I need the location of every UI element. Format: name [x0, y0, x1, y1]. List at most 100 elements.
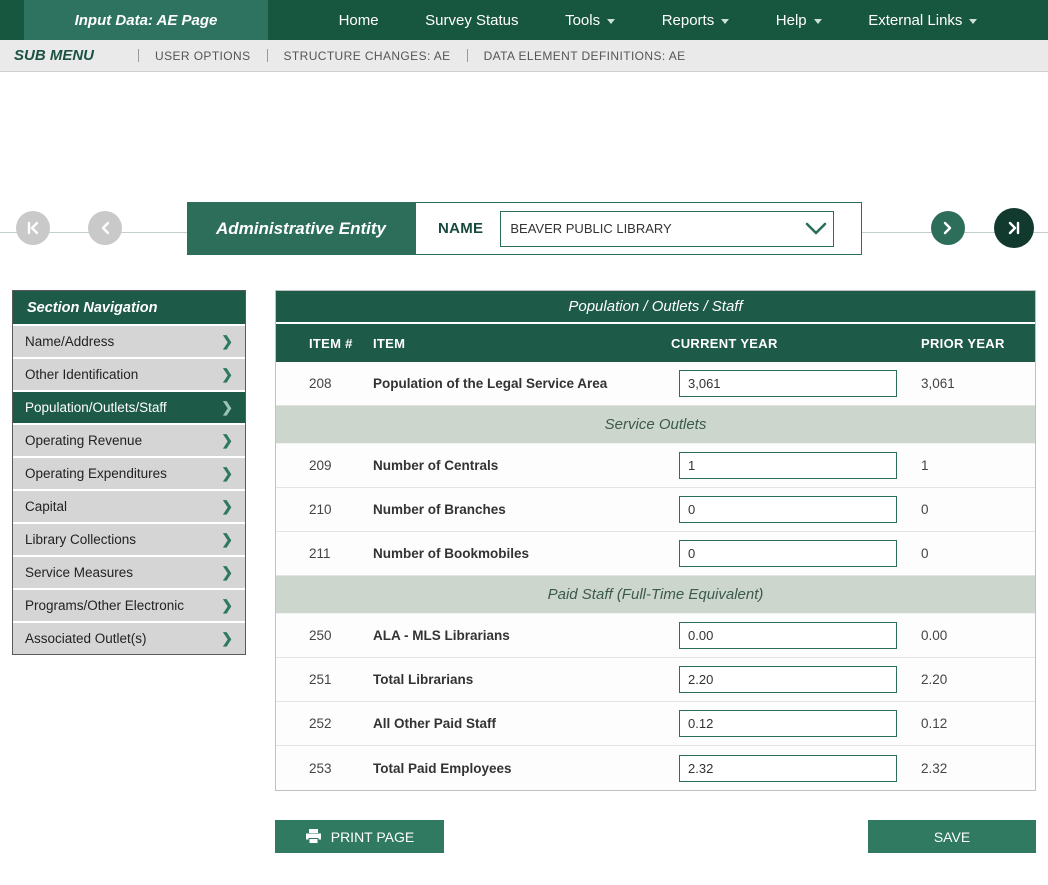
chevron-right-icon — [221, 531, 233, 548]
item-label: Number of Branches — [366, 502, 671, 517]
caret-down-icon — [814, 19, 822, 24]
chevron-right-icon — [942, 221, 954, 235]
table-row: 210 Number of Branches 0 — [276, 488, 1035, 532]
sidebar-item-label: Associated Outlet(s) — [25, 631, 147, 646]
nav-item-label: Help — [776, 12, 807, 29]
nav-item-external-links[interactable]: External Links — [868, 12, 977, 29]
chevron-down-icon — [805, 222, 827, 236]
chevron-left-icon — [99, 221, 111, 235]
table-header-row: ITEM # ITEM CURRENT YEAR PRIOR YEAR — [276, 324, 1035, 362]
sidebar-item-name-address[interactable]: Name/Address — [13, 324, 245, 357]
table-title: Population / Outlets / Staff — [276, 291, 1035, 324]
entity-type-label: Administrative Entity — [187, 202, 415, 255]
divider — [467, 49, 468, 62]
prior-year-value: 3,061 — [906, 376, 1035, 391]
submenu-item-user-options[interactable]: USER OPTIONS — [155, 49, 250, 63]
current-year-input[interactable] — [679, 755, 897, 782]
sidebar-item-label: Service Measures — [25, 565, 133, 580]
item-label: Number of Bookmobiles — [366, 546, 671, 561]
column-header-item: ITEM — [366, 336, 671, 351]
prior-year-value: 0 — [906, 502, 1035, 517]
sidebar-item-label: Capital — [25, 499, 67, 514]
item-number: 211 — [276, 546, 366, 561]
item-label: ALA - MLS Librarians — [366, 628, 671, 643]
current-year-input[interactable] — [679, 710, 897, 737]
caret-down-icon — [607, 19, 615, 24]
submenu-item-data-element-definitions[interactable]: DATA ELEMENT DEFINITIONS: AE — [484, 49, 686, 63]
nav-item-label: Survey Status — [425, 12, 518, 29]
sidebar-item-operating-expenditures[interactable]: Operating Expenditures — [13, 456, 245, 489]
entity-name-box: NAME BEAVER PUBLIC LIBRARY — [415, 202, 862, 255]
item-label: All Other Paid Staff — [366, 716, 671, 731]
sidebar-item-service-measures[interactable]: Service Measures — [13, 555, 245, 588]
submenu-item-structure-changes[interactable]: STRUCTURE CHANGES: AE — [284, 49, 451, 63]
first-record-button[interactable] — [16, 211, 50, 245]
item-number: 250 — [276, 628, 366, 643]
nav-item-tools[interactable]: Tools — [565, 12, 615, 29]
sidebar-item-capital[interactable]: Capital — [13, 489, 245, 522]
sidebar-item-programs-other-electronic[interactable]: Programs/Other Electronic — [13, 588, 245, 621]
caret-down-icon — [721, 19, 729, 24]
current-year-input[interactable] — [679, 540, 897, 567]
divider — [267, 49, 268, 62]
current-year-input[interactable] — [679, 622, 897, 649]
sidebar-item-operating-revenue[interactable]: Operating Revenue — [13, 423, 245, 456]
prior-year-value: 0.00 — [906, 628, 1035, 643]
current-year-input[interactable] — [679, 452, 897, 479]
chevron-right-icon — [221, 432, 233, 449]
current-year-input[interactable] — [679, 370, 897, 397]
sidebar-title: Section Navigation — [13, 291, 245, 324]
nav-item-survey-status[interactable]: Survey Status — [425, 12, 518, 29]
sidebar-item-library-collections[interactable]: Library Collections — [13, 522, 245, 555]
prior-year-value: 2.20 — [906, 672, 1035, 687]
table-row: 211 Number of Bookmobiles 0 — [276, 532, 1035, 576]
nav-item-reports[interactable]: Reports — [662, 12, 730, 29]
item-number: 209 — [276, 458, 366, 473]
item-number: 253 — [276, 761, 366, 776]
table-section-header: Paid Staff (Full-Time Equivalent) — [276, 576, 1035, 614]
current-year-input[interactable] — [679, 496, 897, 523]
item-number: 251 — [276, 672, 366, 687]
top-nav-bar: Input Data: AE Page Home Survey Status T… — [0, 0, 1048, 40]
prior-year-value: 0.12 — [906, 716, 1035, 731]
item-label: Number of Centrals — [366, 458, 671, 473]
item-label: Total Librarians — [366, 672, 671, 687]
chevron-right-icon — [221, 399, 233, 416]
active-page-tab[interactable]: Input Data: AE Page — [24, 0, 268, 40]
nav-item-help[interactable]: Help — [776, 12, 822, 29]
table-row: 250 ALA - MLS Librarians 0.00 — [276, 614, 1035, 658]
sidebar-item-associated-outlets[interactable]: Associated Outlet(s) — [13, 621, 245, 654]
save-button[interactable]: SAVE — [868, 820, 1036, 853]
chevron-right-icon — [221, 564, 233, 581]
sidebar-item-label: Other Identification — [25, 367, 138, 382]
previous-record-button[interactable] — [88, 211, 122, 245]
sidebar-item-label: Operating Revenue — [25, 433, 142, 448]
current-year-input[interactable] — [679, 666, 897, 693]
main-content: Section Navigation Name/Address Other Id… — [0, 233, 1048, 853]
chevron-right-icon — [221, 465, 233, 482]
sidebar-item-population-outlets-staff[interactable]: Population/Outlets/Staff — [13, 390, 245, 423]
prior-year-value: 1 — [906, 458, 1035, 473]
nav-item-label: Home — [339, 12, 379, 29]
table-row: 208 Population of the Legal Service Area… — [276, 362, 1035, 406]
data-table: Population / Outlets / Staff ITEM # ITEM… — [275, 290, 1036, 791]
table-row: 251 Total Librarians 2.20 — [276, 658, 1035, 702]
next-record-button[interactable] — [931, 211, 965, 245]
printer-icon — [305, 829, 322, 844]
sidebar-item-label: Programs/Other Electronic — [25, 598, 184, 613]
chevron-right-icon — [221, 366, 233, 383]
nav-item-label: External Links — [868, 12, 962, 29]
nav-item-label: Reports — [662, 12, 715, 29]
print-page-label: PRINT PAGE — [331, 829, 415, 845]
entity-name-select[interactable]: BEAVER PUBLIC LIBRARY — [500, 211, 834, 247]
item-number: 252 — [276, 716, 366, 731]
last-record-button[interactable] — [994, 208, 1034, 248]
print-page-button[interactable]: PRINT PAGE — [275, 820, 444, 853]
sub-menu-bar: SUB MENU USER OPTIONS STRUCTURE CHANGES:… — [0, 40, 1048, 72]
nav-item-home[interactable]: Home — [339, 12, 379, 29]
prior-year-value: 2.32 — [906, 761, 1035, 776]
sidebar-item-other-identification[interactable]: Other Identification — [13, 357, 245, 390]
table-row: 209 Number of Centrals 1 — [276, 444, 1035, 488]
caret-down-icon — [969, 19, 977, 24]
name-label: NAME — [438, 220, 483, 237]
